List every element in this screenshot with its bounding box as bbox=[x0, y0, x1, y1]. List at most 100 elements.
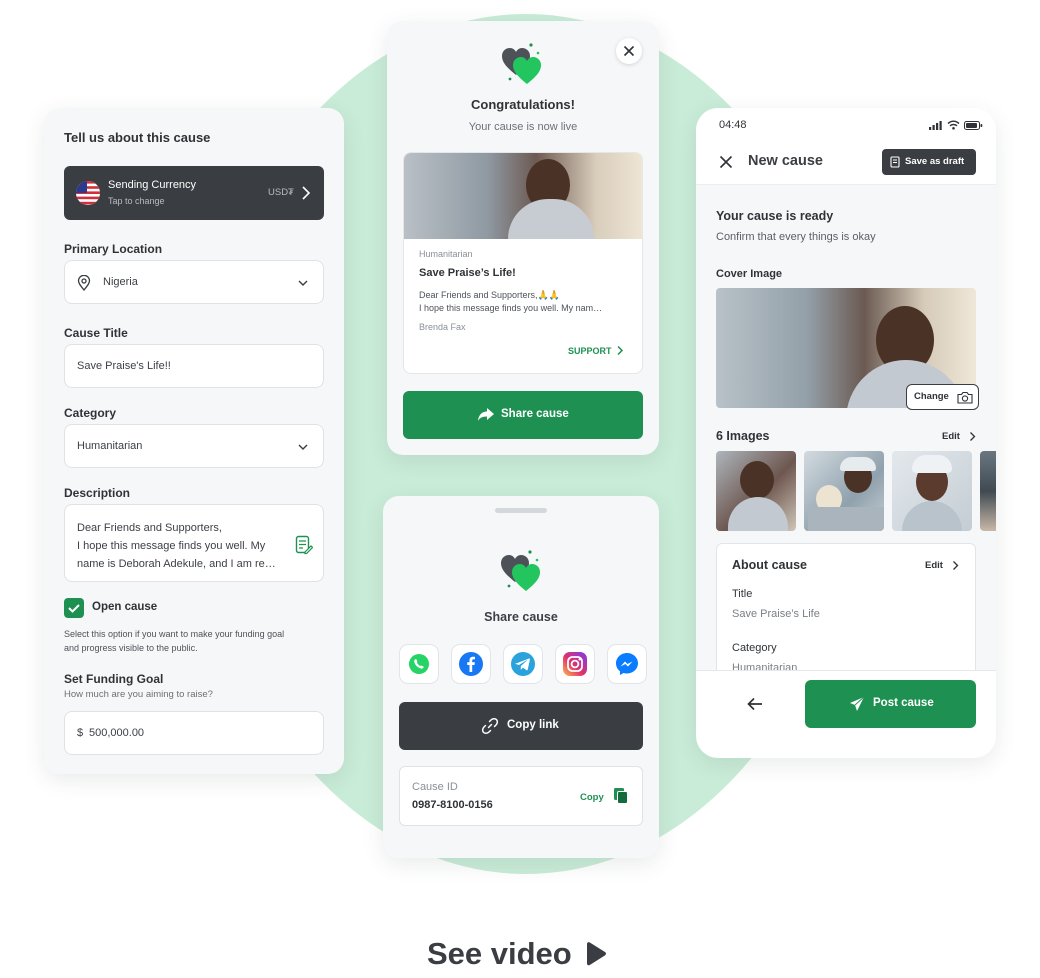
location-select[interactable]: Nigeria bbox=[64, 260, 324, 304]
category-label: Category bbox=[64, 406, 117, 420]
see-video-link[interactable]: See video bbox=[427, 934, 608, 974]
phone-scroll-content[interactable]: Your cause is ready Confirm that every t… bbox=[696, 185, 996, 670]
cause-preview-card[interactable]: Humanitarian Save Praise’s Life! Dear Fr… bbox=[403, 152, 643, 374]
image-thumb-2[interactable] bbox=[804, 451, 884, 531]
save-draft-button[interactable]: Save as draft bbox=[882, 149, 976, 175]
location-pin-icon bbox=[77, 275, 91, 291]
signal-icon bbox=[929, 121, 943, 130]
cause-id-label: Cause ID bbox=[412, 781, 458, 793]
copy-id-button[interactable]: Copy bbox=[580, 792, 604, 803]
back-arrow-icon[interactable] bbox=[746, 696, 764, 712]
cause-id-box: Cause ID 0987-8100-0156 Copy bbox=[399, 766, 643, 826]
change-cover-button[interactable]: Change bbox=[906, 384, 979, 410]
description-textarea[interactable]: Dear Friends and Supporters, I hope this… bbox=[64, 504, 324, 582]
about-edit-link[interactable]: Edit bbox=[925, 560, 943, 571]
image-thumb-1[interactable] bbox=[716, 451, 796, 531]
send-icon bbox=[849, 696, 865, 712]
congrats-title: Congratulations! bbox=[471, 97, 575, 112]
goal-label: Set Funding Goal bbox=[64, 672, 164, 686]
description-line-1: Dear Friends and Supporters, bbox=[77, 522, 222, 534]
image-thumb-3[interactable] bbox=[892, 451, 972, 531]
share-arrow-icon bbox=[477, 407, 495, 422]
footer-divider bbox=[696, 670, 996, 671]
ready-title: Your cause is ready bbox=[716, 209, 834, 223]
about-field-label: Title bbox=[732, 588, 753, 600]
ready-subtitle: Confirm that every things is okay bbox=[716, 231, 876, 243]
congrats-subtitle: Your cause is now live bbox=[468, 121, 578, 133]
facebook-icon[interactable] bbox=[451, 644, 491, 684]
cause-id-value: 0987-8100-0156 bbox=[412, 799, 493, 811]
preview-title: Save Praise’s Life! bbox=[419, 267, 516, 279]
instagram-icon[interactable] bbox=[555, 644, 595, 684]
draft-icon bbox=[890, 156, 901, 168]
share-cause-button[interactable]: Share cause bbox=[403, 391, 643, 439]
hearts-icon bbox=[497, 548, 545, 594]
edit-note-icon[interactable] bbox=[295, 535, 313, 555]
location-value: Nigeria bbox=[103, 276, 138, 288]
about-field-label: Category bbox=[732, 642, 777, 654]
form-heading: Tell us about this cause bbox=[64, 130, 211, 145]
funding-goal-input[interactable]: $ 500,000.00 bbox=[64, 711, 324, 755]
currency-subtitle: Tap to change bbox=[108, 196, 165, 206]
category-select[interactable]: Humanitarian bbox=[64, 424, 324, 468]
chevron-down-icon bbox=[297, 278, 309, 288]
change-label: Change bbox=[914, 391, 949, 402]
congratulations-card: Congratulations! Your cause is now live … bbox=[387, 21, 659, 455]
save-draft-label: Save as draft bbox=[905, 156, 965, 167]
image-thumb-4[interactable] bbox=[980, 451, 996, 531]
cause-form-card: Tell us about this cause Sending Currenc… bbox=[44, 108, 344, 774]
close-icon[interactable] bbox=[718, 154, 734, 170]
hearts-icon bbox=[498, 41, 546, 87]
support-link[interactable]: SUPPORT bbox=[568, 346, 612, 356]
phone-header-title: New cause bbox=[748, 153, 823, 169]
post-cause-label: Post cause bbox=[873, 697, 934, 709]
chevron-right-icon bbox=[300, 185, 312, 201]
new-cause-phone-screen: 04:48 New cause Save as draft Your cause… bbox=[696, 108, 996, 758]
images-edit-link[interactable]: Edit bbox=[942, 431, 960, 442]
title-label: Cause Title bbox=[64, 326, 128, 340]
currency-code: USD₮ bbox=[268, 187, 294, 198]
copy-link-label: Copy link bbox=[507, 719, 559, 731]
preview-excerpt-1: Dear Friends and Supporters,🙏🙏 bbox=[419, 290, 560, 300]
location-label: Primary Location bbox=[64, 242, 163, 256]
cause-title-value: Save Praise's Life!! bbox=[77, 360, 171, 372]
chevron-right-icon bbox=[969, 431, 976, 442]
goal-currency-symbol: $ bbox=[77, 727, 84, 739]
link-icon bbox=[481, 717, 499, 735]
close-icon[interactable] bbox=[616, 38, 642, 64]
share-title: Share cause bbox=[484, 610, 558, 624]
open-cause-checkbox[interactable] bbox=[64, 598, 84, 618]
whatsapp-icon[interactable] bbox=[399, 644, 439, 684]
telegram-icon[interactable] bbox=[503, 644, 543, 684]
post-cause-button[interactable]: Post cause bbox=[805, 680, 976, 728]
wifi-icon bbox=[947, 120, 960, 130]
about-cause-card: About cause Edit Title Save Praise’s Lif… bbox=[716, 543, 976, 670]
chevron-right-icon bbox=[952, 560, 959, 571]
chevron-right-icon bbox=[616, 345, 624, 356]
copy-icon[interactable] bbox=[613, 787, 629, 805]
open-cause-help-2: and progress visible to the public. bbox=[64, 643, 198, 653]
cover-image-label: Cover Image bbox=[716, 268, 783, 280]
play-icon bbox=[584, 941, 608, 967]
share-cause-sheet: Share cause Copy link Cause ID 0987-8100… bbox=[383, 496, 659, 858]
battery-icon bbox=[964, 121, 983, 130]
copy-link-button[interactable]: Copy link bbox=[399, 702, 643, 750]
about-cause-title: About cause bbox=[732, 558, 808, 572]
status-time: 04:48 bbox=[719, 119, 747, 131]
category-value: Humanitarian bbox=[77, 440, 143, 452]
images-count-label: 6 Images bbox=[716, 429, 770, 443]
cause-title-input[interactable]: Save Praise's Life!! bbox=[64, 344, 324, 388]
open-cause-help-1: Select this option if you want to make y… bbox=[64, 629, 285, 639]
sheet-handle[interactable] bbox=[495, 508, 547, 513]
messenger-icon[interactable] bbox=[607, 644, 647, 684]
preview-excerpt-2: I hope this message finds you well. My n… bbox=[419, 303, 603, 313]
preview-author: Brenda Fax bbox=[419, 322, 466, 332]
preview-category: Humanitarian bbox=[419, 249, 473, 259]
about-field-value: Save Praise’s Life bbox=[732, 608, 820, 620]
description-label: Description bbox=[64, 486, 131, 500]
currency-selector[interactable]: Sending Currency Tap to change USD₮ bbox=[64, 166, 324, 220]
description-line-2: I hope this message finds you well. My bbox=[77, 540, 266, 552]
open-cause-label: Open cause bbox=[92, 601, 158, 613]
goal-hint: How much are you aiming to raise? bbox=[64, 689, 213, 700]
about-field-value: Humanitarian bbox=[732, 662, 798, 670]
